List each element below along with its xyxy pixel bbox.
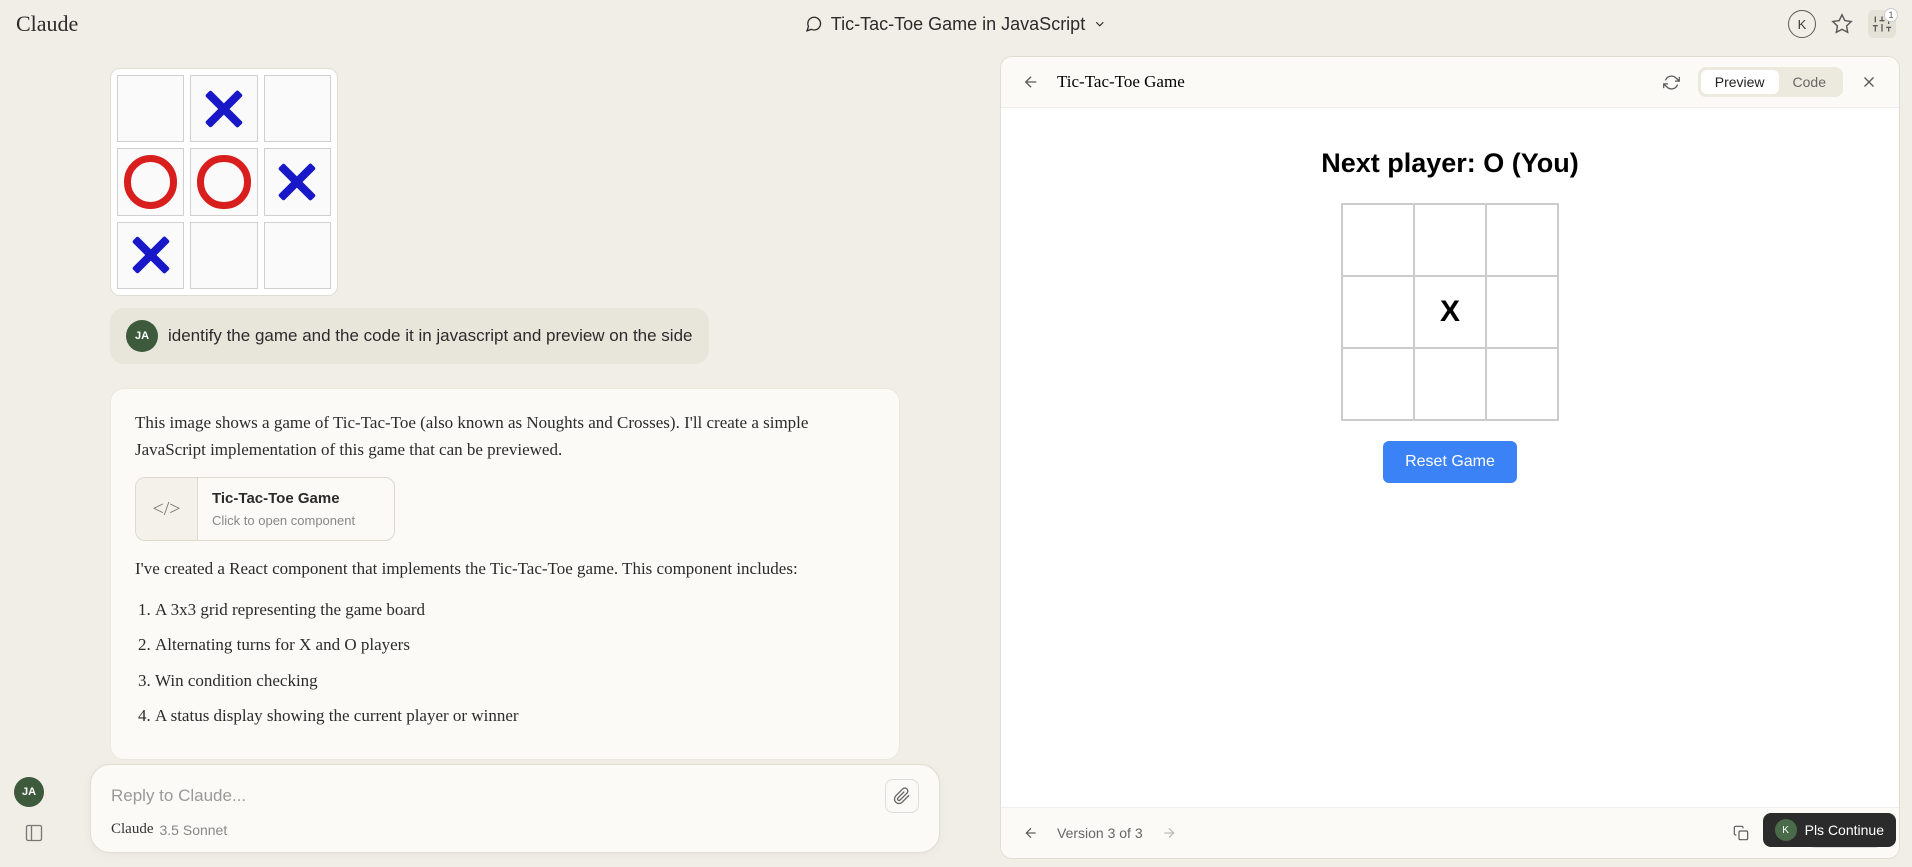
message-input-box[interactable]: Reply to Claude... Claude 3.5 Sonnet [90,764,940,853]
game-cell[interactable] [1414,348,1486,420]
model-name: Claude [111,821,154,838]
copy-button[interactable] [1727,819,1755,847]
artifact-card[interactable]: </> Tic-Tac-Toe Game Click to open compo… [135,477,395,541]
sidebar-toggle[interactable] [20,819,48,847]
attachment-cell [264,148,331,215]
preview-area: Next player: O (You) X Reset Game [1001,108,1899,807]
image-attachment[interactable] [110,68,338,296]
continue-badge[interactable]: K Pls Continue [1763,813,1896,847]
assistant-paragraph: I've created a React component that impl… [135,555,875,582]
artifact-window: Tic-Tac-Toe Game Preview Code Next playe… [1000,56,1900,859]
prev-version-button[interactable] [1017,819,1045,847]
back-button[interactable] [1017,68,1045,96]
feature-list-item: Alternating turns for X and O players [155,632,875,658]
continue-avatar: K [1775,819,1797,841]
close-button[interactable] [1855,68,1883,96]
assistant-paragraph: This image shows a game of Tic-Tac-Toe (… [135,409,875,463]
artifact-card-subtitle: Click to open component [212,511,355,532]
continue-text: Pls Continue [1805,822,1884,838]
conversation-title: Tic-Tac-Toe Game in JavaScript [831,14,1085,35]
user-message-text: identify the game and the code it in jav… [168,326,693,346]
assistant-message: This image shows a game of Tic-Tac-Toe (… [110,388,900,760]
attachment-cell [117,75,184,142]
artifact-title: Tic-Tac-Toe Game [1057,72,1646,92]
attachment-cell [264,222,331,289]
game-status: Next player: O (You) [1321,148,1579,179]
version-label: Version 3 of 3 [1057,825,1143,841]
model-version: 3.5 Sonnet [160,822,228,838]
code-tab[interactable]: Code [1779,70,1840,94]
artifact-card-title: Tic-Tac-Toe Game [212,487,355,511]
game-cell[interactable] [1342,348,1414,420]
preview-tab[interactable]: Preview [1701,70,1779,94]
game-cell[interactable] [1486,276,1558,348]
settings-badge: 1 [1884,8,1898,22]
message-input[interactable]: Reply to Claude... [111,786,246,806]
game-cell[interactable] [1414,204,1486,276]
settings-button[interactable]: 1 [1868,10,1896,38]
feature-list-item: A status display showing the current pla… [155,703,875,729]
attachment-cell [190,222,257,289]
next-version-button[interactable] [1155,819,1183,847]
chat-icon [805,15,823,33]
attachment-cell [190,75,257,142]
user-avatar-small: JA [126,320,158,352]
game-cell[interactable]: X [1414,276,1486,348]
reset-button[interactable]: Reset Game [1383,441,1517,483]
feature-list-item: Win condition checking [155,668,875,694]
game-cell[interactable] [1486,348,1558,420]
view-toggle: Preview Code [1698,67,1843,97]
attach-button[interactable] [885,779,919,813]
sidebar-user-avatar[interactable]: JA [14,777,44,807]
conversation-title-bar[interactable]: Tic-Tac-Toe Game in JavaScript [805,14,1107,35]
star-button[interactable] [1828,10,1856,38]
chevron-down-icon [1093,17,1107,31]
attachment-cell [264,75,331,142]
model-selector[interactable]: Claude 3.5 Sonnet [111,821,919,838]
chat-panel: JA identify the game and the code it in … [0,48,1000,867]
attachment-cell [117,148,184,215]
user-avatar[interactable]: K [1788,10,1816,38]
user-message: JA identify the game and the code it in … [110,308,709,364]
game-cell[interactable] [1342,276,1414,348]
refresh-button[interactable] [1658,68,1686,96]
attachment-cell [117,222,184,289]
game-cell[interactable] [1342,204,1414,276]
app-logo[interactable]: Claude [16,11,78,37]
game-board: X [1341,203,1559,421]
attachment-cell [190,148,257,215]
code-icon: </> [136,478,198,540]
feature-list-item: A 3x3 grid representing the game board [155,597,875,623]
game-cell[interactable] [1486,204,1558,276]
